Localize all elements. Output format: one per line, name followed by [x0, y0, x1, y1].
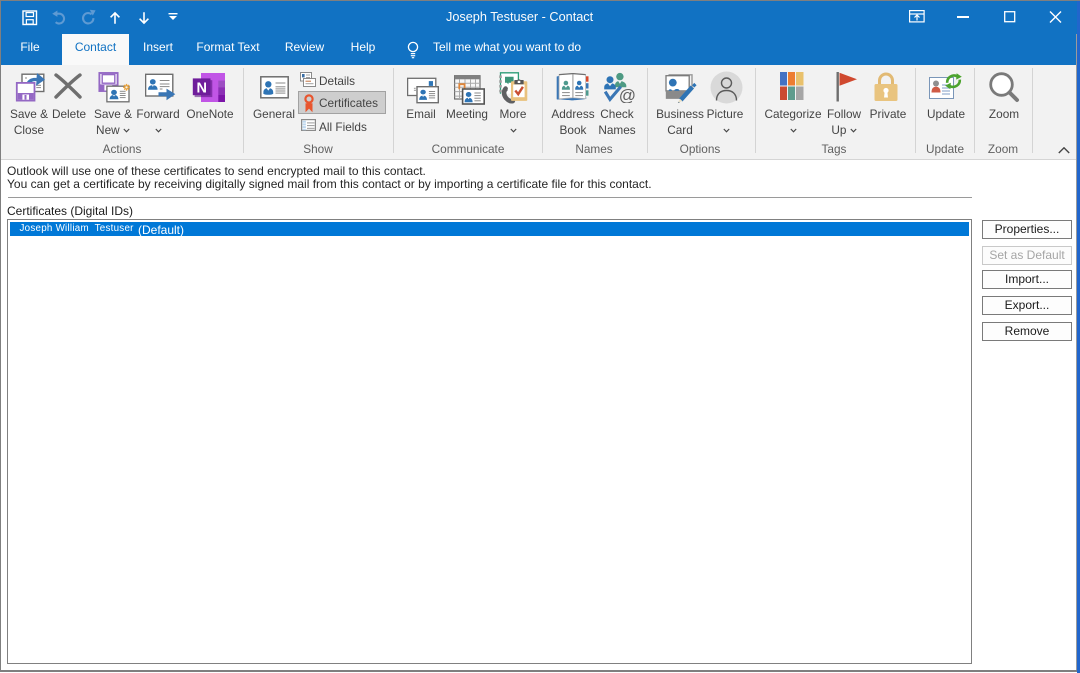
- svg-text:N: N: [196, 80, 206, 96]
- svg-text:@: @: [619, 86, 636, 103]
